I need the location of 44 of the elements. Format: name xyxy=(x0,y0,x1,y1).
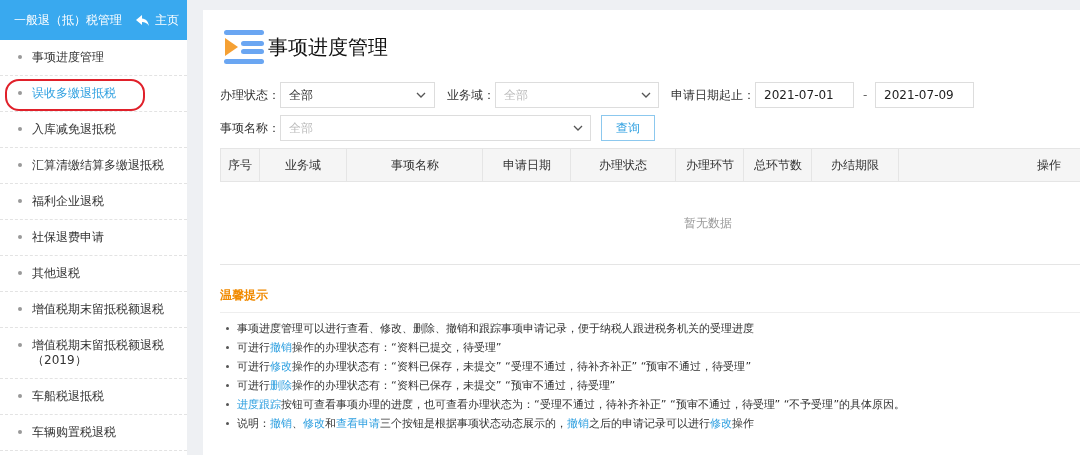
tips-heading: 温馨提示 xyxy=(220,287,1080,313)
filter-label: 事项名称： xyxy=(220,119,280,137)
sidebar-menu-item[interactable]: 事项进度管理 xyxy=(0,40,187,76)
sidebar-title: 一般退（抵）税管理 xyxy=(14,11,122,29)
column-header: 操作 xyxy=(899,149,1080,181)
column-header: 办理状态 xyxy=(571,149,676,181)
column-header: 办结期限 xyxy=(812,149,899,181)
date-separator: - xyxy=(863,88,867,102)
sidebar-menu-item[interactable]: 社保退费申请 xyxy=(0,220,187,256)
item-name-dropdown[interactable]: 全部 xyxy=(280,115,591,141)
sidebar-menu-item[interactable]: 其他退税 xyxy=(0,256,187,292)
start-date-field[interactable]: 2021-07-01 xyxy=(755,82,854,108)
page-title: 事项进度管理 xyxy=(268,33,388,61)
chevron-down-icon xyxy=(416,92,426,98)
list-icon xyxy=(224,30,266,64)
column-header: 业务域 xyxy=(260,149,347,181)
column-header: 总环节数 xyxy=(744,149,812,181)
sidebar-menu-item[interactable]: 车辆购置税退税 xyxy=(0,415,187,451)
tip-text: 说明：撤销、修改和查看申请三个按钮是根据事项状态动态展示的，撤销之后的申请记录可以进行修改操作 xyxy=(237,416,754,431)
tip-text: 可进行删除操作的办理状态有：“资料已保存，未提交” “预审不通过，待受理” xyxy=(237,378,616,393)
sidebar-menu-item[interactable]: 福利企业退税 xyxy=(0,184,187,220)
filter-label: 业务域： xyxy=(447,86,495,104)
column-header: 序号 xyxy=(221,149,260,181)
reply-arrow-icon xyxy=(136,14,149,26)
empty-table-message: 暂无数据 xyxy=(684,214,732,232)
tip-text: 事项进度管理可以进行查看、修改、删除、撤销和跟踪事项申请记录，便于纳税人跟进税务机关的受理进度 xyxy=(237,321,754,336)
sidebar-menu-item[interactable]: 增值税期末留抵税额退税 xyxy=(0,292,187,328)
column-header: 办理环节 xyxy=(676,149,744,181)
domain-dropdown[interactable]: 全部 xyxy=(495,82,659,108)
tip-text: 可进行修改操作的办理状态有：“资料已保存，未提交” “受理不通过，待补齐补正” “预审不通过，待受理” xyxy=(237,359,752,374)
column-header: 申请日期 xyxy=(483,149,571,181)
sidebar-menu-item[interactable]: 汇算清缴结算多缴退抵税 xyxy=(0,148,187,184)
filter-label: 申请日期起止： xyxy=(671,86,755,104)
status-dropdown[interactable]: 全部 xyxy=(280,82,435,108)
end-date-field[interactable]: 2021-07-09 xyxy=(875,82,974,108)
chevron-down-icon xyxy=(641,92,651,98)
tip-text: 可进行撤销操作的办理状态有：“资料已提交，待受理” xyxy=(237,340,502,355)
sidebar-menu-item[interactable]: 增值税期末留抵税额退税（2019） xyxy=(0,328,187,379)
column-header: 事项名称 xyxy=(347,149,483,181)
chevron-down-icon xyxy=(573,125,583,131)
sidebar-menu-item[interactable]: 入库减免退抵税 xyxy=(0,112,187,148)
sidebar-menu-item[interactable]: 车船税退抵税 xyxy=(0,379,187,415)
filter-label: 办理状态： xyxy=(220,86,280,104)
tip-text: 进度跟踪按钮可查看事项办理的进度，也可查看办理状态为：“受理不通过，待补齐补正” “预审不通过，待受理” “不予受理”的具体原因。 xyxy=(237,397,906,412)
